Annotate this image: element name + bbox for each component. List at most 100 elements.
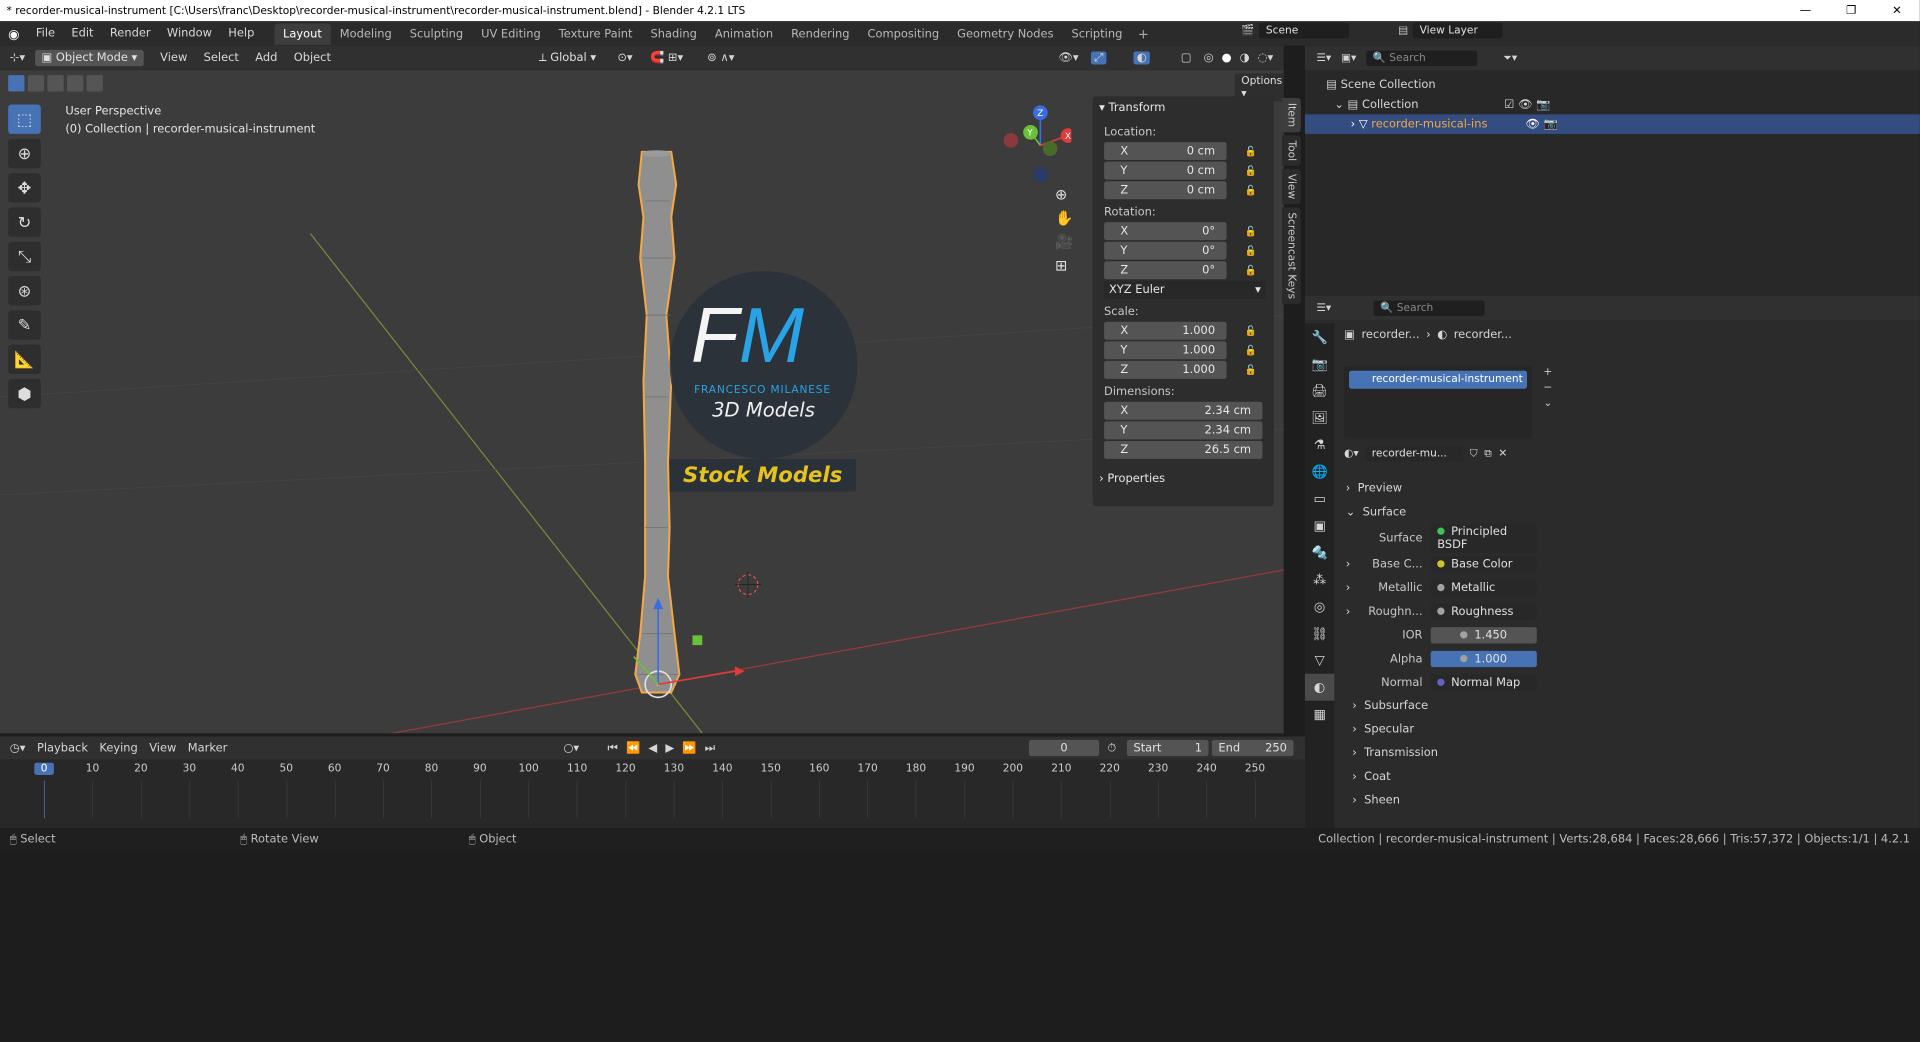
preview-section[interactable]: › Preview <box>1346 477 1909 500</box>
menu-add[interactable]: Add <box>247 46 285 70</box>
lock-icon[interactable]: 🔓 <box>1244 245 1256 256</box>
section-subsurface[interactable]: › Subsurface <box>1346 694 1909 718</box>
scale-tool-icon[interactable]: ⤡ <box>8 241 41 272</box>
duplicate-material-icon[interactable]: ⧉ <box>1484 447 1492 459</box>
tab-rendering[interactable]: Rendering <box>782 24 858 45</box>
shader-input-link[interactable]: Base Color <box>1430 555 1537 573</box>
shading-solid-icon[interactable]: ● <box>1222 51 1232 64</box>
tab-item[interactable]: Item <box>1282 97 1301 132</box>
section-sheen[interactable]: › Sheen <box>1346 789 1909 813</box>
menu-edit[interactable]: Edit <box>63 21 101 45</box>
start-frame-field[interactable]: Start 1 <box>1126 739 1209 757</box>
material-browse-icon[interactable]: ◐▾ <box>1344 447 1359 459</box>
editor-type-icon[interactable]: ⊹▾ <box>0 51 35 64</box>
select-box-tool-icon[interactable]: ⬚ <box>8 104 41 134</box>
dim-z-field[interactable]: Z 26.5 cm <box>1104 440 1263 459</box>
constraints-props-icon[interactable]: ⛓ <box>1305 620 1334 647</box>
3d-viewport[interactable]: User Perspective (0) Collection | record… <box>0 70 1284 734</box>
select-invert-icon[interactable] <box>66 75 84 92</box>
zoom-icon[interactable]: ⊕ <box>1055 186 1073 203</box>
frame-ruler[interactable]: 0 10 20 30 40 50 60 70 80 90 100 110 120 130 140 150 160… <box>0 759 1305 829</box>
end-frame-field[interactable]: End 250 <box>1211 739 1294 757</box>
object-row[interactable]: › ▽ recorder-musical-ins 👁 📷 <box>1304 114 1920 134</box>
material-name-field[interactable]: recorder-mu... <box>1365 445 1464 462</box>
normal-input[interactable]: Normal Map <box>1430 674 1537 691</box>
modifier-props-icon[interactable]: 🔩 <box>1305 539 1334 566</box>
view-layer-icon[interactable]: ▤ <box>1398 24 1408 36</box>
keying-menu[interactable]: Keying <box>99 741 137 754</box>
remove-slot-icon[interactable]: − <box>1543 381 1552 393</box>
visibility-icon[interactable]: 👁▾ <box>1058 51 1078 64</box>
shader-input-link[interactable]: Roughness <box>1430 603 1537 620</box>
current-frame-field[interactable]: 0 <box>1028 739 1100 757</box>
collection-props-icon[interactable]: ▭ <box>1305 485 1334 512</box>
auto-key-icon[interactable]: ○▾ <box>563 741 579 754</box>
lock-icon[interactable]: 🔓 <box>1244 145 1256 156</box>
alpha-field[interactable]: 1.000 <box>1430 650 1537 667</box>
tab-compositing[interactable]: Compositing <box>858 24 948 45</box>
scl-x-field[interactable]: X 1.000 <box>1104 321 1227 340</box>
rot-x-field[interactable]: X 0° <box>1104 222 1227 241</box>
timeline-view-menu[interactable]: View <box>149 741 176 754</box>
next-key-icon[interactable]: ⏩ <box>682 741 696 754</box>
fake-user-icon[interactable]: ⛉ <box>1470 447 1478 459</box>
xz-plane-handle[interactable] <box>692 635 703 646</box>
collection-exclude-checkbox[interactable]: ☑ 👁 📷 <box>1504 95 1550 115</box>
properties-editor-icon[interactable]: ☰▾ <box>1316 302 1331 314</box>
unlink-material-icon[interactable]: ✕ <box>1498 447 1507 459</box>
tab-screencast-keys[interactable]: Screencast Keys <box>1282 207 1301 304</box>
scene-props-icon[interactable]: ⚗ <box>1305 431 1334 458</box>
annotate-tool-icon[interactable]: ✎ <box>8 310 41 340</box>
move-tool-icon[interactable]: ✥ <box>8 173 41 203</box>
close-button[interactable]: ✕ <box>1874 0 1920 21</box>
scene-field[interactable]: Scene <box>1259 22 1350 39</box>
texture-props-icon[interactable]: ▦ <box>1305 701 1334 728</box>
blender-logo-icon[interactable]: ◉ <box>0 26 28 42</box>
play-reverse-icon[interactable]: ◀ <box>648 741 657 754</box>
expand-icon[interactable]: › <box>1346 605 1356 618</box>
section-transmission[interactable]: › Transmission <box>1346 741 1909 765</box>
marker-menu[interactable]: Marker <box>188 741 228 754</box>
select-extend-icon[interactable] <box>27 75 45 92</box>
pan-icon[interactable]: ✋ <box>1055 210 1073 227</box>
lock-icon[interactable]: 🔓 <box>1244 225 1256 236</box>
preview-range-icon[interactable]: ⏱ <box>1107 741 1116 754</box>
surface-shader-select[interactable]: Principled BSDF <box>1430 523 1537 553</box>
collection-row[interactable]: ⌄ ▤ Collection ☑ 👁 📷 <box>1326 95 1920 115</box>
menu-select[interactable]: Select <box>195 46 247 70</box>
tab-layout[interactable]: Layout <box>273 23 331 45</box>
display-mode-icon[interactable]: ▣▾ <box>1341 52 1356 64</box>
playhead[interactable] <box>44 780 45 819</box>
transform-header[interactable]: ▾ Transform <box>1093 96 1274 119</box>
menu-render[interactable]: Render <box>102 21 159 45</box>
scl-y-field[interactable]: Y 1.000 <box>1104 341 1227 360</box>
playback-menu[interactable]: Playback <box>37 741 88 754</box>
minimize-button[interactable]: — <box>1783 0 1829 21</box>
slot-menu-icon[interactable]: ⌄ <box>1543 397 1552 409</box>
xray-icon[interactable]: ▢ <box>1181 51 1192 64</box>
particles-props-icon[interactable]: ⁂ <box>1305 566 1334 593</box>
rotation-mode-select[interactable]: XYZ Euler ▾ <box>1104 280 1266 299</box>
menu-view[interactable]: View <box>152 46 195 70</box>
cursor-tool-icon[interactable]: ⊕ <box>8 138 41 169</box>
tab-scripting[interactable]: Scripting <box>1063 24 1132 45</box>
expand-icon[interactable]: › <box>1346 557 1356 570</box>
lock-icon[interactable]: 🔓 <box>1244 345 1256 356</box>
transform-orientation-select[interactable]: ⟂ Global ▾ <box>532 49 603 67</box>
data-props-icon[interactable]: ▽ <box>1305 647 1334 674</box>
proportional-edit-icon[interactable]: ⊚ ∧▾ <box>707 51 734 64</box>
gizmo-icon[interactable]: ⤢ <box>1090 51 1107 65</box>
menu-window[interactable]: Window <box>159 21 220 45</box>
tab-modeling[interactable]: Modeling <box>331 24 401 45</box>
timeline-editor-icon[interactable]: ◷▾ <box>10 741 26 754</box>
menu-help[interactable]: Help <box>220 21 262 45</box>
dim-x-field[interactable]: X 2.34 cm <box>1104 401 1263 420</box>
navigation-gizmo[interactable]: Z X Y <box>998 103 1072 185</box>
section-specular[interactable]: › Specular <box>1346 718 1909 742</box>
add-slot-icon[interactable]: + <box>1543 366 1552 378</box>
shading-wireframe-icon[interactable]: ◎ <box>1204 51 1214 64</box>
shading-material-icon[interactable]: ◑ <box>1240 51 1250 64</box>
add-workspace-icon[interactable]: + <box>1131 26 1155 42</box>
physics-props-icon[interactable]: ◎ <box>1305 593 1334 620</box>
tab-texture-paint[interactable]: Texture Paint <box>550 24 642 45</box>
